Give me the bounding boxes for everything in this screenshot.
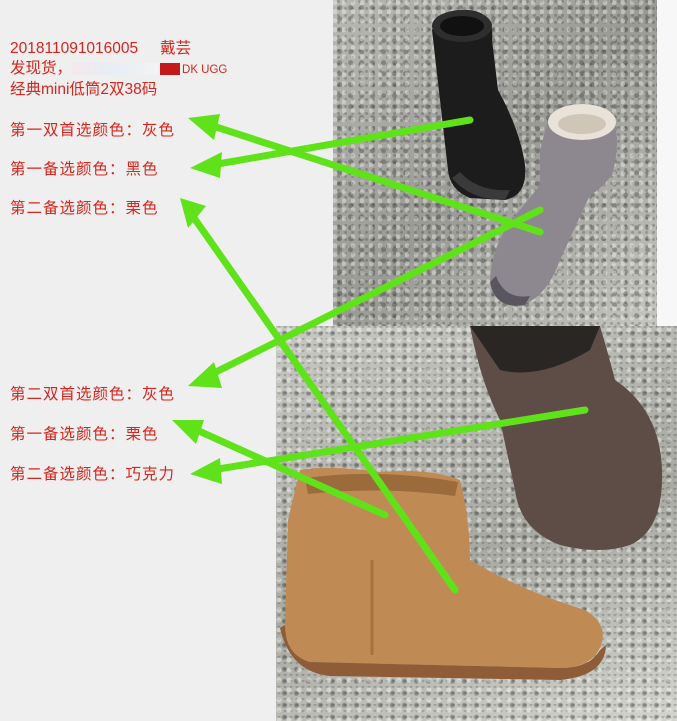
order-number-line: 201811091016005 戴芸 <box>10 36 191 58</box>
order-id: 201811091016005 <box>10 40 139 57</box>
annotated-photo-collage: 201811091016005 戴芸 发现货， DK UGG 经典mini低筒2双3… <box>0 0 677 721</box>
chocolate-boot-image <box>470 326 663 550</box>
pair1-backup1: 第一备选颜色：黑色 <box>10 161 159 178</box>
pair2-backup2: 第二备选颜色：巧克力 <box>10 466 176 483</box>
ship-label: 发现货， <box>10 60 73 77</box>
arrow-heads <box>172 114 222 484</box>
pair2-first-choice: 第二双首选颜色：灰色 <box>10 386 176 403</box>
customer-name: 戴芸 <box>160 40 192 57</box>
brand-label: DK UGG <box>182 64 228 76</box>
pair1-first-choice: 第一双首选颜色：灰色 <box>10 122 176 139</box>
model-line: 经典mini低筒2双38码 <box>10 81 158 98</box>
pair1-backup2: 第二备选颜色：栗色 <box>10 200 159 217</box>
redacted-red-mark <box>160 62 181 75</box>
black-boot-image <box>432 9 526 201</box>
redacted-mark <box>72 62 159 75</box>
arrow-black-to-backup1 <box>208 116 474 169</box>
photo-illustrations <box>172 9 663 680</box>
shipping-line: 发现货， DK UGG <box>10 56 227 78</box>
pair2-backup1: 第一备选颜色：栗色 <box>10 426 159 443</box>
